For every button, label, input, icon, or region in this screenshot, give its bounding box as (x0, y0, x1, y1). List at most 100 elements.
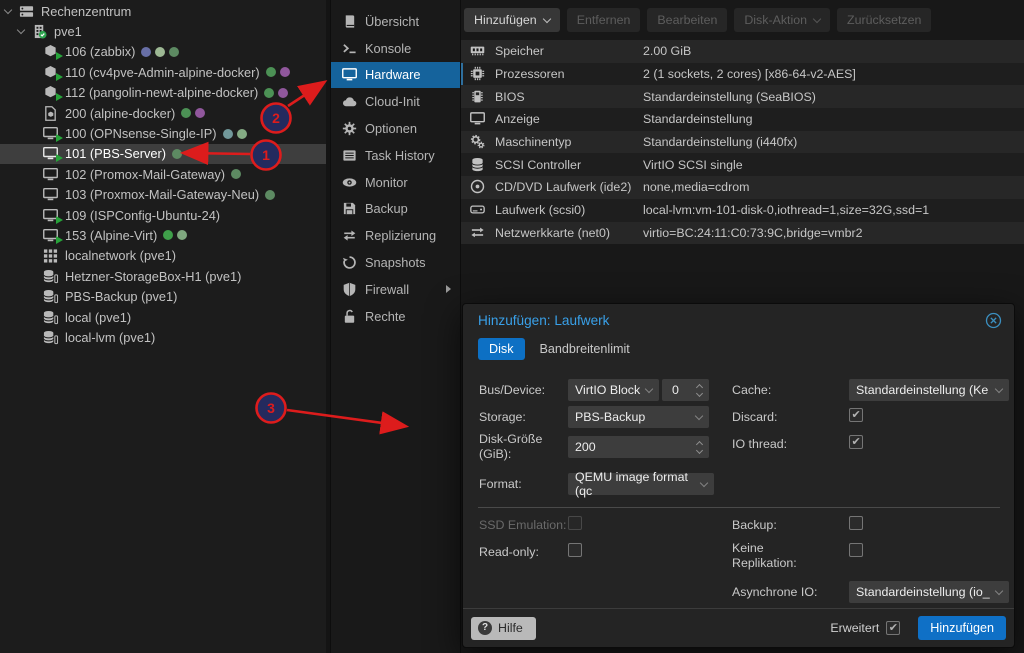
menu-item-monitor[interactable]: Monitor (331, 169, 460, 196)
menu-item-snapshots[interactable]: Snapshots (331, 249, 460, 276)
tree-item-storage-local-lvm[interactable]: local-lvm (pve1) (0, 327, 326, 347)
tree-item-node-pve1[interactable]: pve1 (0, 21, 326, 41)
bus-number-stepper[interactable]: 0 (662, 379, 709, 401)
submit-add-button[interactable]: Hinzufügen (918, 616, 1006, 640)
format-select[interactable]: QEMU image format (qc (568, 473, 714, 495)
expand-caret-icon[interactable] (4, 5, 12, 13)
tag-dot (155, 47, 165, 57)
menu-item-uebersicht[interactable]: Übersicht (331, 8, 460, 35)
menu-item-konsole[interactable]: Konsole (331, 35, 460, 62)
tree-item-vm-102[interactable]: 102 (Promox-Mail-Gateway) (0, 164, 326, 184)
unlock-icon (341, 308, 357, 324)
revert-button[interactable]: Zurücksetzen (837, 8, 931, 32)
menu-item-cloud-init[interactable]: Cloud-Init (331, 88, 460, 115)
container-template-icon (42, 106, 59, 121)
remove-button[interactable]: Entfernen (567, 8, 641, 32)
tree-item-vm-103[interactable]: 103 (Proxmox-Mail-Gateway-Neu) (0, 185, 326, 205)
menu-item-optionen[interactable]: Optionen (331, 115, 460, 142)
add-button[interactable]: Hinzufügen (464, 8, 560, 32)
task-list-icon (341, 147, 357, 163)
table-row-machine-type[interactable]: Maschinentyp Standardeinstellung (i440fx… (461, 131, 1024, 154)
expand-caret-icon[interactable] (17, 26, 25, 34)
tree-item-label: local-lvm (pve1) (65, 330, 155, 345)
advanced-checkbox[interactable] (886, 621, 900, 635)
table-row-memory[interactable]: Speicher 2.00 GiB (461, 40, 1024, 63)
tab-disk[interactable]: Disk (478, 338, 525, 360)
dialog-header[interactable]: Hinzufügen: Laufwerk (463, 304, 1014, 336)
gears-icon (470, 134, 486, 150)
tree-item-storage-local[interactable]: local (pve1) (0, 307, 326, 327)
display-icon (341, 67, 357, 83)
io-thread-checkbox[interactable] (849, 435, 863, 449)
tree-item-vm-153[interactable]: 153 (Alpine-Virt) (0, 225, 326, 245)
tree-item-storage-hetzner[interactable]: Hetzner-StorageBox-H1 (pve1) (0, 266, 326, 286)
tree-item-vm-110[interactable]: 110 (cv4pve-Admin-alpine-docker) (0, 62, 326, 82)
menu-item-label: Monitor (365, 175, 408, 190)
io-thread-label: IO thread: (732, 437, 787, 452)
tree-item-storage-pbs-backup[interactable]: PBS-Backup (pve1) (0, 286, 326, 306)
container-running-icon (42, 85, 59, 100)
play-badge-icon (56, 134, 63, 142)
tree-item-vm-100[interactable]: 100 (OPNsense-Single-IP) (0, 123, 326, 143)
spinner-arrows-icon[interactable] (697, 385, 702, 396)
cpu-icon (470, 66, 486, 82)
menu-item-task-history[interactable]: Task History (331, 142, 460, 169)
bus-type-select[interactable]: VirtIO Block (568, 379, 659, 401)
read-only-checkbox[interactable] (568, 543, 582, 557)
play-badge-icon (56, 73, 63, 81)
table-row-network[interactable]: Netzwerkkarte (net0) virtio=BC:24:11:C0:… (461, 222, 1024, 245)
tree-item-label: 100 (OPNsense-Single-IP) (65, 126, 217, 141)
tag-dot (195, 108, 205, 118)
edit-button[interactable]: Bearbeiten (647, 8, 727, 32)
menu-item-backup[interactable]: Backup (331, 196, 460, 223)
dialog-title: Hinzufügen: Laufwerk (478, 313, 609, 328)
chevron-down-icon (695, 411, 703, 419)
network-grid-icon (42, 248, 59, 263)
format-label: Format: (479, 477, 522, 492)
disk-size-stepper[interactable]: 200 (568, 436, 709, 458)
tree-item-vm-101-selected[interactable]: 101 (PBS-Server) (0, 144, 326, 164)
tree-item-localnetwork[interactable]: localnetwork (pve1) (0, 246, 326, 266)
play-badge-icon (56, 52, 63, 60)
tree-item-datacenter[interactable]: Rechenzentrum (0, 1, 326, 21)
display-icon (470, 111, 486, 127)
async-io-select[interactable]: Standardeinstellung (io_ (849, 581, 1009, 603)
tree-item-vm-112[interactable]: 112 (pangolin-newt-alpine-docker) (0, 83, 326, 103)
ssd-emulation-checkbox[interactable] (568, 516, 582, 530)
table-row-cdrom[interactable]: CD/DVD Laufwerk (ide2) none,media=cdrom (461, 176, 1024, 199)
menu-item-rechte[interactable]: Rechte (331, 303, 460, 330)
tree-item-vm-200[interactable]: 200 (alpine-docker) (0, 103, 326, 123)
menu-item-hardware-active[interactable]: Hardware (331, 62, 460, 89)
menu-item-label: Konsole (365, 41, 411, 56)
table-row-bios[interactable]: BIOS Standardeinstellung (SeaBIOS) (461, 85, 1024, 108)
tree-item-vm-109[interactable]: 109 (ISPConfig-Ubuntu-24) (0, 205, 326, 225)
chevron-down-icon (645, 384, 653, 392)
table-row-disk[interactable]: Laufwerk (scsi0) local-lvm:vm-101-disk-0… (461, 199, 1024, 222)
submit-add-button-label: Hinzufügen (930, 621, 994, 635)
disk-action-button[interactable]: Disk-Aktion (734, 8, 830, 32)
table-row-processors[interactable]: Prozessoren 2 (1 sockets, 2 cores) [x86-… (461, 63, 1024, 86)
spinner-arrows-icon[interactable] (697, 442, 702, 453)
row-value: 2 (1 sockets, 2 cores) [x86-64-v2-AES] (643, 67, 856, 81)
tag-dot (169, 47, 179, 57)
no-replication-checkbox[interactable] (849, 543, 863, 557)
row-value: VirtIO SCSI single (643, 158, 743, 172)
tree-item-label: 109 (ISPConfig-Ubuntu-24) (65, 208, 220, 223)
ssd-emulation-label: SSD Emulation: (479, 518, 566, 533)
chevron-down-icon (542, 14, 550, 22)
close-icon[interactable] (985, 312, 1002, 329)
tab-bandwidth[interactable]: Bandbreitenlimit (540, 342, 630, 356)
table-row-scsi-controller[interactable]: SCSI Controller VirtIO SCSI single (461, 153, 1024, 176)
storage-label: Storage: (479, 410, 526, 425)
table-row-display[interactable]: Anzeige Standardeinstellung (461, 108, 1024, 131)
menu-item-replizierung[interactable]: Replizierung (331, 222, 460, 249)
backup-checkbox[interactable] (849, 516, 863, 530)
menu-item-label: Replizierung (365, 228, 436, 243)
cache-select[interactable]: Standardeinstellung (Ke (849, 379, 1009, 401)
question-icon: ? (478, 621, 492, 635)
menu-item-firewall[interactable]: Firewall (331, 276, 460, 303)
storage-select[interactable]: PBS-Backup (568, 406, 709, 428)
tree-item-vm-106[interactable]: 106 (zabbix) (0, 42, 326, 62)
discard-checkbox[interactable] (849, 408, 863, 422)
help-button[interactable]: ? Hilfe (471, 617, 536, 640)
